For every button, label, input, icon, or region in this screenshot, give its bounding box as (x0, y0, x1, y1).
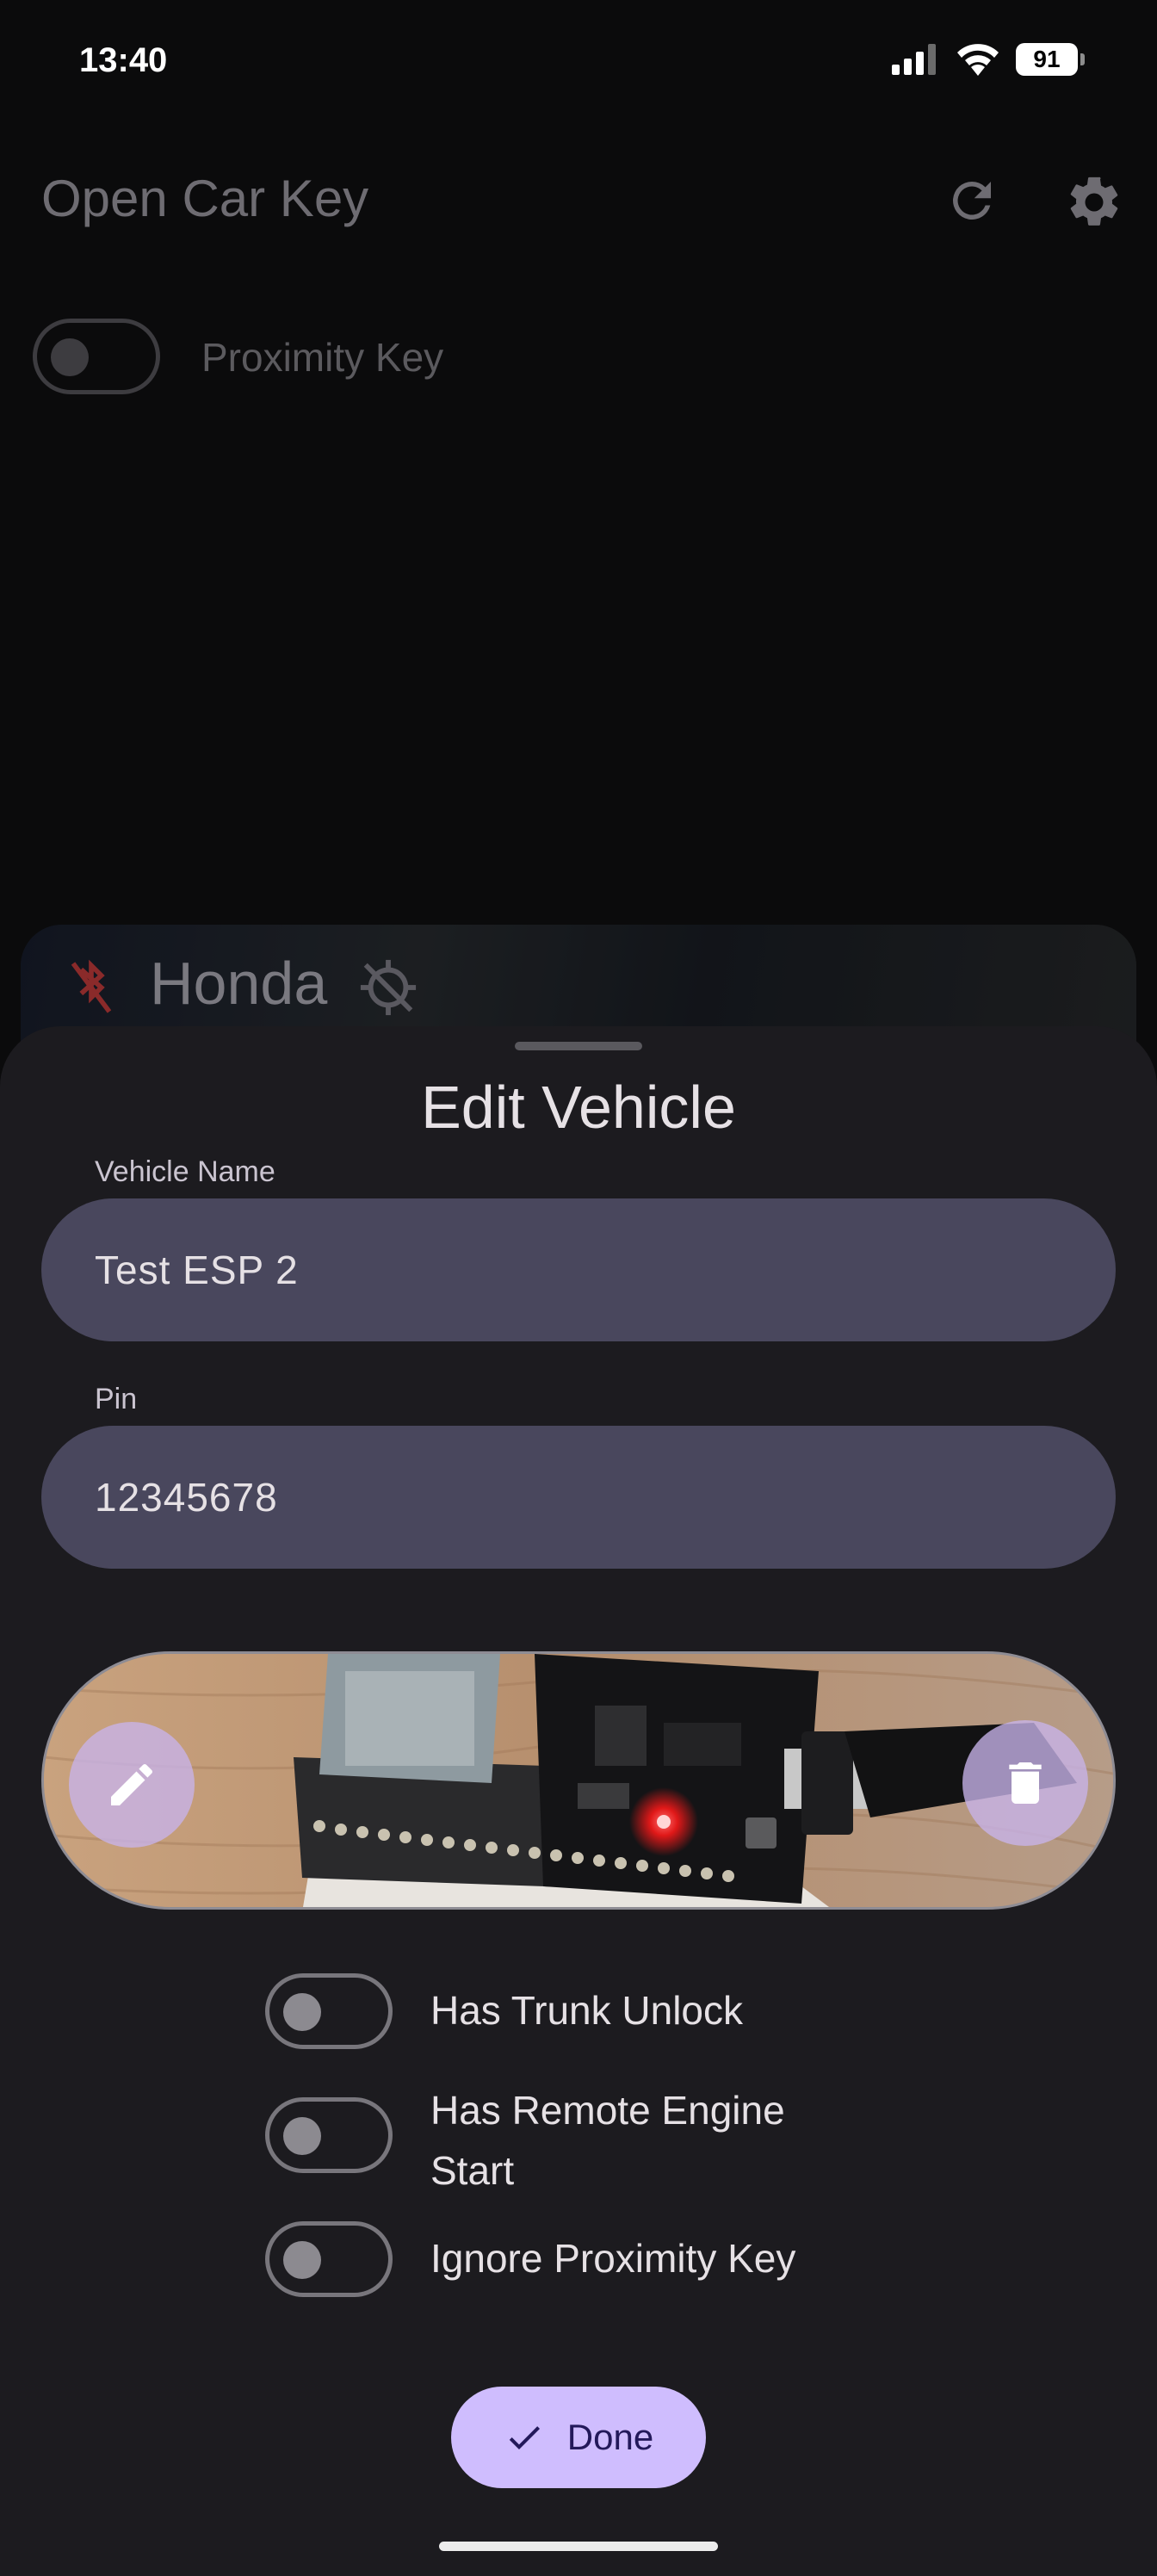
switch-knob (283, 1993, 321, 2031)
done-label: Done (566, 2417, 654, 2457)
bluetooth-disabled-icon (71, 959, 112, 1013)
vehicle-name-label: Vehicle Name (95, 1155, 275, 1188)
ignore-proximity-row[interactable]: Ignore Proximity Key (265, 2221, 878, 2297)
vehicle-image (41, 1651, 1116, 1910)
remote-engine-start-row[interactable]: Has Remote Engine Start (265, 2088, 835, 2201)
pin-label: Pin (95, 1383, 138, 1415)
sheet-drag-handle[interactable] (515, 1042, 642, 1050)
pencil-icon (111, 1763, 153, 1805)
switch-knob (283, 2241, 321, 2279)
proximity-key-label: Proximity Key (201, 335, 444, 380)
wifi-icon (957, 44, 999, 76)
proximity-key-switch[interactable] (33, 319, 160, 394)
battery-indicator: 91 (1016, 43, 1085, 76)
sheet-title: Edit Vehicle (421, 1074, 736, 1141)
refresh-icon[interactable] (944, 172, 1000, 229)
switch-knob (51, 338, 89, 376)
delete-image-button[interactable] (962, 1720, 1088, 1846)
switch-knob (283, 2117, 321, 2155)
trash-icon (1009, 1762, 1042, 1804)
trunk-unlock-label: Has Trunk Unlock (430, 1988, 744, 2033)
pin-field[interactable] (41, 1426, 1116, 1569)
remote-engine-start-label: Has Remote Engine Start (430, 2088, 785, 2193)
remote-engine-start-switch[interactable] (265, 2097, 393, 2173)
status-time: 13:40 (79, 41, 168, 79)
trunk-unlock-switch[interactable] (265, 1973, 393, 2049)
location-disabled-icon (360, 959, 417, 1016)
esp-board-photo (44, 1654, 1113, 1907)
ignore-proximity-label: Ignore Proximity Key (430, 2236, 796, 2281)
trunk-unlock-row[interactable]: Has Trunk Unlock (265, 1973, 878, 2049)
ignore-proximity-switch[interactable] (265, 2221, 393, 2297)
vehicle-name: Honda (150, 950, 328, 1017)
gear-icon[interactable] (1064, 172, 1124, 232)
done-button[interactable]: Done (451, 2387, 706, 2488)
app-title: Open Car Key (41, 170, 369, 227)
vehicle-name-field[interactable] (41, 1198, 1116, 1341)
edit-image-button[interactable] (69, 1722, 195, 1848)
status-icons: 91 (892, 43, 1085, 76)
home-indicator[interactable] (439, 2542, 718, 2551)
check-icon (509, 2426, 540, 2449)
cellular-signal-icon (892, 44, 936, 75)
